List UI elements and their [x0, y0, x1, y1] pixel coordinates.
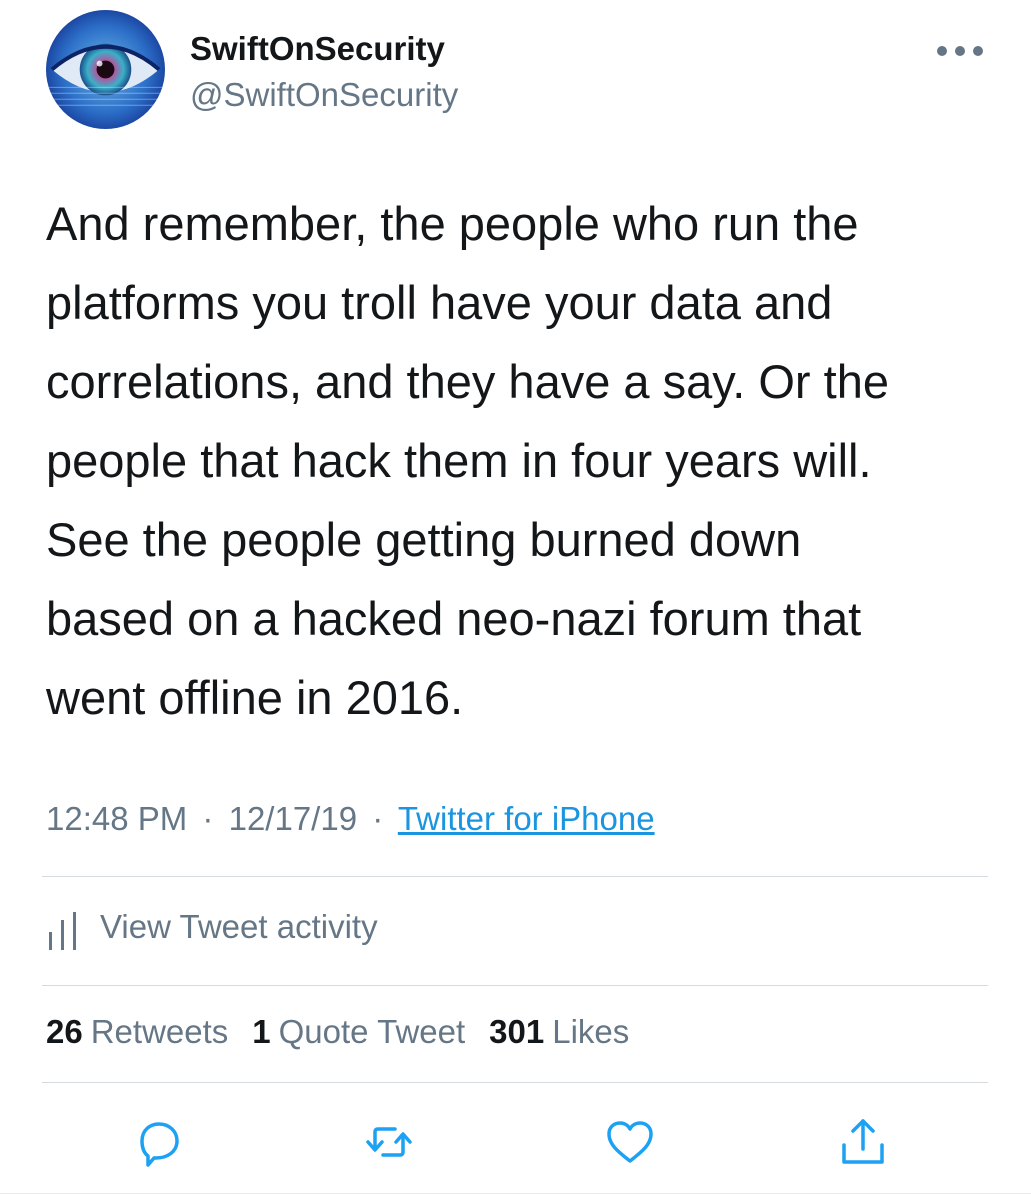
retweet-button[interactable]	[359, 1112, 419, 1172]
tweet-time: 12:48 PM	[46, 800, 188, 837]
tweet-text-line: See the people getting burned down	[46, 513, 802, 566]
bottom-divider	[0, 1193, 1031, 1194]
reply-icon	[140, 1122, 179, 1167]
user-handle[interactable]: @SwiftOnSecurity	[190, 76, 458, 114]
like-button[interactable]	[600, 1112, 660, 1172]
tweet-text-line: platforms you troll have your data and	[46, 276, 833, 329]
share-icon	[842, 1119, 884, 1164]
retweets-count: 26	[46, 1013, 83, 1050]
retweets-label: Retweets	[90, 1013, 229, 1050]
tweet-text-line: people that hack them in four years will…	[46, 434, 872, 487]
quote-tweets-label: Quote Tweet	[278, 1013, 466, 1050]
divider	[42, 985, 988, 986]
tweet-source-link[interactable]: Twitter for iPhone	[398, 800, 655, 837]
more-dots-icon	[937, 46, 983, 56]
meta-separator: ·	[372, 800, 384, 837]
view-tweet-activity-label: View Tweet activity	[100, 908, 378, 945]
tweet-detail: SwiftOnSecurity @SwiftOnSecurity And rem…	[0, 0, 1031, 1200]
more-options-button[interactable]	[930, 36, 990, 66]
likes-stat[interactable]: 301 Likes	[489, 1013, 629, 1051]
divider	[42, 876, 988, 877]
tweet-meta: 12:48 PM · 12/17/19 · Twitter for iPhone	[46, 800, 655, 838]
tweet-text: And remember, the people who run the pla…	[46, 184, 1006, 737]
like-icon	[607, 1121, 653, 1163]
eye-avatar-icon	[46, 10, 165, 129]
tweet-actions-bar	[0, 1112, 1031, 1172]
view-tweet-activity-button[interactable]: View Tweet activity	[46, 904, 378, 950]
quote-tweets-stat[interactable]: 1 Quote Tweet	[252, 1013, 465, 1051]
likes-count: 301	[489, 1013, 545, 1050]
reply-button[interactable]	[129, 1112, 189, 1172]
engagement-stats: 26 Retweets 1 Quote Tweet 301 Likes	[46, 1013, 653, 1051]
divider	[42, 1082, 988, 1083]
avatar[interactable]	[46, 10, 165, 129]
display-name[interactable]: SwiftOnSecurity	[190, 30, 445, 68]
tweet-date: 12/17/19	[228, 800, 358, 837]
retweet-icon	[366, 1127, 412, 1157]
meta-separator: ·	[202, 800, 214, 837]
tweet-text-line: And remember, the people who run the	[46, 197, 859, 250]
bar-chart-icon	[49, 912, 76, 950]
tweet-text-line: based on a hacked neo-nazi forum that	[46, 592, 862, 645]
quote-tweets-count: 1	[252, 1013, 271, 1050]
likes-label: Likes	[552, 1013, 630, 1050]
share-button[interactable]	[833, 1112, 893, 1172]
tweet-text-line: correlations, and they have a say. Or th…	[46, 355, 889, 408]
tweet-text-line: went offline in 2016.	[46, 671, 464, 724]
retweets-stat[interactable]: 26 Retweets	[46, 1013, 228, 1051]
